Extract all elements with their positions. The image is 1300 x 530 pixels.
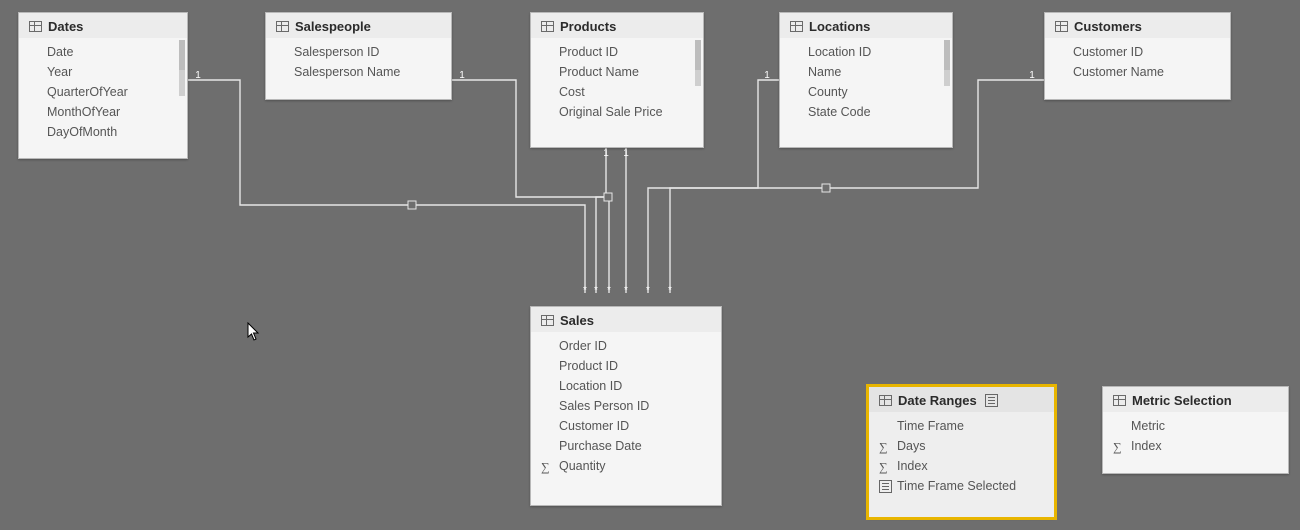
field-item[interactable]: Cost xyxy=(531,82,703,102)
field-item[interactable]: Metric xyxy=(1103,416,1288,436)
field-list: Time Frame ∑ Days ∑ Index Time Frame Sel… xyxy=(869,412,1054,504)
table-header[interactable]: Dates xyxy=(19,13,187,38)
table-header[interactable]: Date Ranges xyxy=(869,387,1054,412)
sigma-icon: ∑ xyxy=(1113,440,1126,453)
table-icon xyxy=(541,21,554,32)
svg-text:1: 1 xyxy=(1029,70,1035,81)
field-item[interactable]: Product ID xyxy=(531,356,721,376)
field-item[interactable]: County xyxy=(780,82,952,102)
field-item[interactable]: Time Frame xyxy=(869,416,1054,436)
scrollbar-thumb[interactable] xyxy=(944,40,950,70)
table-title: Dates xyxy=(48,19,83,34)
table-header[interactable]: Sales xyxy=(531,307,721,332)
calc-column-icon xyxy=(879,480,892,493)
table-header[interactable]: Metric Selection xyxy=(1103,387,1288,412)
field-list: Metric ∑ Index xyxy=(1103,412,1288,464)
field-item[interactable]: Time Frame Selected xyxy=(869,476,1054,496)
field-item[interactable]: DayOfMonth xyxy=(19,122,187,142)
table-header[interactable]: Salespeople xyxy=(266,13,451,38)
table-title: Metric Selection xyxy=(1132,393,1232,408)
svg-text:*: * xyxy=(646,285,650,296)
table-icon xyxy=(29,21,42,32)
table-header[interactable]: Locations xyxy=(780,13,952,38)
mouse-cursor-icon xyxy=(247,322,261,342)
sigma-icon: ∑ xyxy=(879,440,892,453)
table-icon xyxy=(1055,21,1068,32)
svg-text:*: * xyxy=(583,285,587,296)
table-title: Salespeople xyxy=(295,19,371,34)
sigma-icon: ∑ xyxy=(879,460,892,473)
field-item[interactable]: State Code xyxy=(780,102,952,122)
field-item[interactable]: ∑ Days xyxy=(869,436,1054,456)
field-list: Product ID Product Name Cost Original Sa… xyxy=(531,38,703,130)
field-item[interactable]: Purchase Date xyxy=(531,436,721,456)
field-list: Salesperson ID Salesperson Name xyxy=(266,38,451,90)
calc-table-icon xyxy=(985,394,998,407)
table-title: Locations xyxy=(809,19,870,34)
field-item[interactable]: Order ID xyxy=(531,336,721,356)
field-list: Location ID Name County State Code xyxy=(780,38,952,130)
field-item[interactable]: MonthOfYear xyxy=(19,102,187,122)
table-header[interactable]: Products xyxy=(531,13,703,38)
svg-text:1: 1 xyxy=(195,70,201,81)
svg-text:*: * xyxy=(594,285,598,296)
svg-text:*: * xyxy=(624,285,628,296)
sigma-icon: ∑ xyxy=(541,460,554,473)
field-item[interactable]: ∑ Quantity xyxy=(531,456,721,476)
table-locations[interactable]: Locations Location ID Name County State … xyxy=(779,12,953,148)
table-icon xyxy=(790,21,803,32)
field-item[interactable]: ∑ Index xyxy=(869,456,1054,476)
table-date-ranges[interactable]: Date Ranges Time Frame ∑ Days ∑ Index Ti… xyxy=(868,386,1055,518)
scrollbar[interactable] xyxy=(695,40,701,86)
table-salespeople[interactable]: Salespeople Salesperson ID Salesperson N… xyxy=(265,12,452,100)
field-item[interactable]: Product ID xyxy=(531,42,703,62)
table-title: Sales xyxy=(560,313,594,328)
field-item[interactable]: Name xyxy=(780,62,952,82)
table-dates[interactable]: Dates Date Year QuarterOfYear MonthOfYea… xyxy=(18,12,188,159)
field-item[interactable]: Customer Name xyxy=(1045,62,1230,82)
field-item[interactable]: Customer ID xyxy=(531,416,721,436)
svg-text:1: 1 xyxy=(764,70,770,81)
field-list: Order ID Product ID Location ID Sales Pe… xyxy=(531,332,721,484)
field-item[interactable]: ∑ Index xyxy=(1103,436,1288,456)
field-item[interactable]: Year xyxy=(19,62,187,82)
svg-text:*: * xyxy=(607,285,611,296)
field-item[interactable]: Date xyxy=(19,42,187,62)
table-icon xyxy=(276,21,289,32)
table-title: Date Ranges xyxy=(898,393,977,408)
table-metric-selection[interactable]: Metric Selection Metric ∑ Index xyxy=(1102,386,1289,474)
field-item[interactable]: QuarterOfYear xyxy=(19,82,187,102)
svg-text:1: 1 xyxy=(603,148,609,159)
table-header[interactable]: Customers xyxy=(1045,13,1230,38)
svg-text:1: 1 xyxy=(459,70,465,81)
field-list: Customer ID Customer Name xyxy=(1045,38,1230,90)
svg-text:*: * xyxy=(668,285,672,296)
table-title: Customers xyxy=(1074,19,1142,34)
scrollbar[interactable] xyxy=(944,40,950,86)
table-products[interactable]: Products Product ID Product Name Cost Or… xyxy=(530,12,704,148)
scrollbar[interactable] xyxy=(179,40,185,96)
field-list: Date Year QuarterOfYear MonthOfYear DayO… xyxy=(19,38,187,150)
field-item[interactable]: Product Name xyxy=(531,62,703,82)
scrollbar-thumb[interactable] xyxy=(179,40,185,70)
table-icon xyxy=(541,315,554,326)
field-item[interactable]: Original Sale Price xyxy=(531,102,703,122)
field-item[interactable]: Salesperson ID xyxy=(266,42,451,62)
table-icon xyxy=(879,395,892,406)
field-item[interactable]: Salesperson Name xyxy=(266,62,451,82)
table-sales[interactable]: Sales Order ID Product ID Location ID Sa… xyxy=(530,306,722,506)
svg-text:1: 1 xyxy=(623,148,629,159)
table-customers[interactable]: Customers Customer ID Customer Name xyxy=(1044,12,1231,100)
field-item[interactable]: Customer ID xyxy=(1045,42,1230,62)
table-icon xyxy=(1113,395,1126,406)
table-title: Products xyxy=(560,19,616,34)
field-item[interactable]: Location ID xyxy=(780,42,952,62)
field-item[interactable]: Sales Person ID xyxy=(531,396,721,416)
field-item[interactable]: Location ID xyxy=(531,376,721,396)
scrollbar-thumb[interactable] xyxy=(695,40,701,70)
